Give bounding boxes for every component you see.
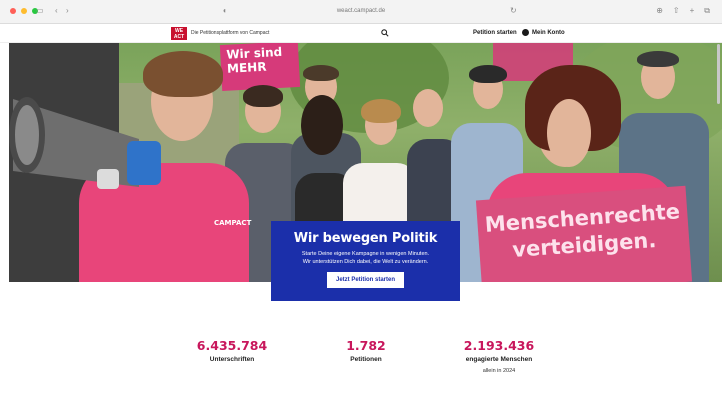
megaphone: [9, 97, 161, 189]
new-tab-icon[interactable]: +: [690, 6, 695, 16]
share-icon[interactable]: ⇧: [673, 6, 680, 16]
stat-engaged-people: 2.193.436 engagierte Menschen allein in …: [444, 338, 554, 374]
hero-title: Wir bewegen Politik: [293, 231, 438, 246]
hero-cta-box: Wir bewegen Politik Starte Deine eigene …: [271, 221, 460, 301]
close-window-button[interactable]: [10, 8, 16, 14]
reload-icon[interactable]: ↻: [510, 6, 517, 15]
download-icon[interactable]: ⊕: [656, 6, 663, 16]
site-tagline: Die Petitionsplattform von Campact: [191, 30, 270, 36]
stat-label: engagierte Menschen: [465, 356, 533, 363]
account-link[interactable]: Mein Konto: [522, 29, 565, 36]
account-label: Mein Konto: [532, 29, 565, 36]
window-controls: [10, 8, 38, 14]
stat-value: 6.435.784: [196, 338, 268, 353]
stat-value: 2.193.436: [463, 338, 535, 353]
site-header: WE ACT Die Petitionsplattform von Campac…: [0, 24, 722, 43]
user-icon: [522, 29, 529, 36]
start-petition-button[interactable]: Jetzt Petition starten: [326, 272, 404, 288]
browser-toolbar: ▭ ‹ › ◖ weact.campact.de ↻ ⊕ ⇧ + ⧉: [0, 0, 722, 24]
stat-signatures: 6.435.784 Unterschriften: [182, 338, 282, 363]
tab-overview-icon[interactable]: ⧉: [704, 6, 710, 16]
stat-value: 1.782: [346, 338, 386, 353]
minimize-window-button[interactable]: [21, 8, 27, 14]
sidebar-toggle-icon[interactable]: ▭: [36, 6, 44, 15]
weact-logo[interactable]: WE ACT: [171, 27, 187, 40]
address-bar[interactable]: weact.campact.de: [250, 5, 472, 18]
menschenrechte-sign: Menschenrechte verteidigen.: [475, 185, 693, 282]
shirt-print: CAMPACT: [214, 219, 252, 227]
search-icon[interactable]: [381, 29, 389, 37]
stat-label: Unterschriften: [209, 356, 255, 363]
stat-petitions: 1.782 Petitionen: [316, 338, 416, 363]
page-scrollbar[interactable]: [717, 44, 720, 104]
forward-arrow-icon[interactable]: ›: [66, 6, 69, 15]
wir-sind-mehr-sign: Wir sind MEHR: [219, 43, 301, 92]
stat-label: Petitionen: [350, 356, 382, 363]
stat-note: allein in 2024: [482, 368, 516, 374]
privacy-shield-icon[interactable]: ◖: [222, 6, 227, 15]
hero-subtitle: Starte Deine eigene Kampagne in wenigen …: [271, 250, 460, 266]
back-arrow-icon[interactable]: ‹: [55, 6, 58, 15]
hero-subtitle-line: Starte Deine eigene Kampagne in wenigen …: [301, 251, 430, 257]
hero-subtitle-line: Wir unterstützen Dich dabei, die Welt zu…: [302, 259, 429, 265]
start-petition-link[interactable]: Petition starten: [473, 30, 517, 36]
